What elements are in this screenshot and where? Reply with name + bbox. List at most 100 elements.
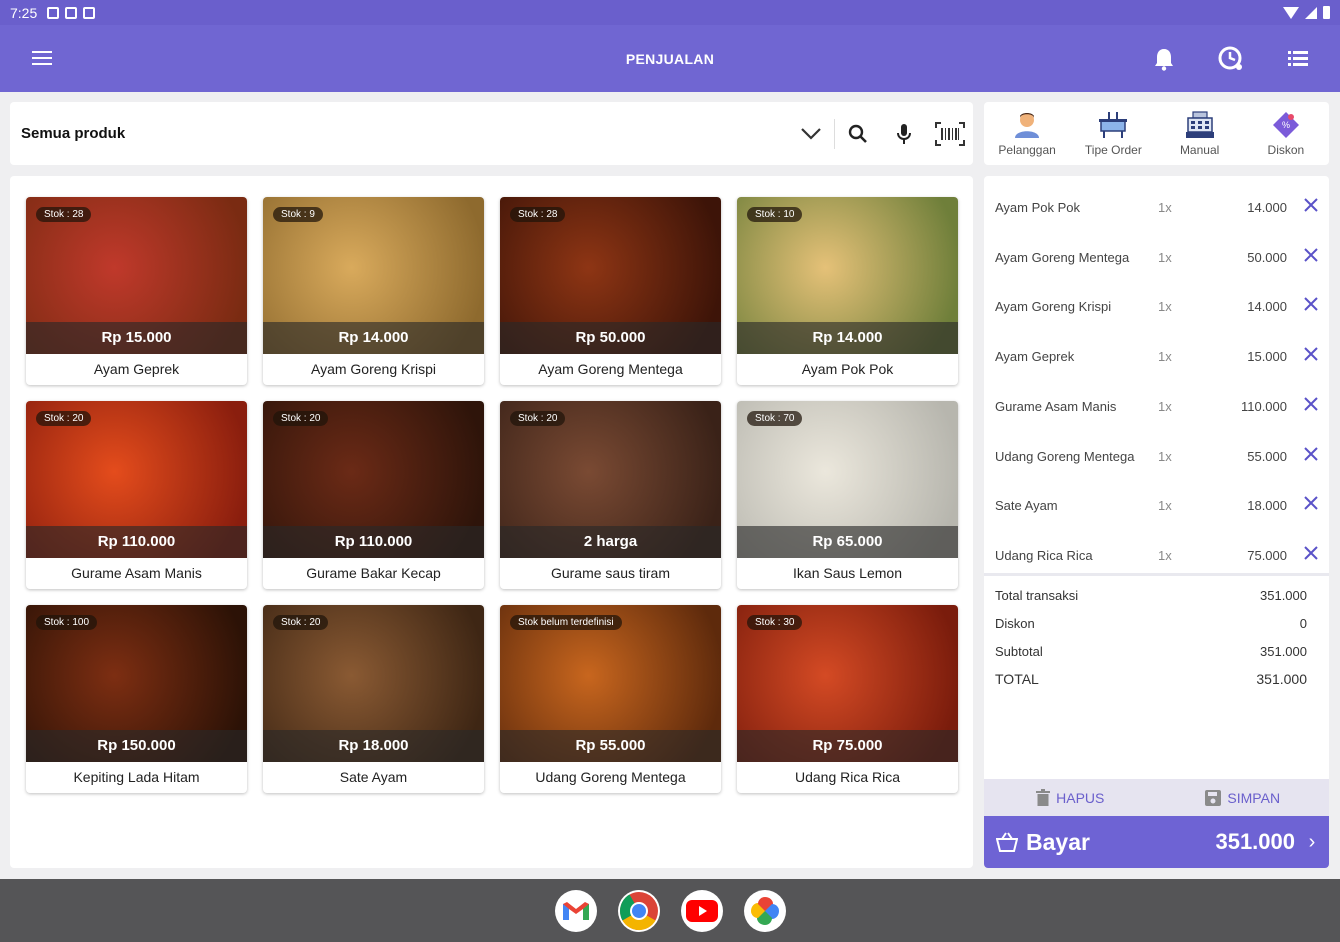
close-icon[interactable] xyxy=(1302,395,1320,413)
order-item-qty: 1x xyxy=(1158,547,1172,563)
chevron-down-icon[interactable] xyxy=(788,102,834,165)
chrome-icon[interactable] xyxy=(617,889,660,932)
order-item-qty: 1x xyxy=(1158,249,1172,265)
product-filter-bar: Semua produk xyxy=(10,102,973,165)
close-icon[interactable] xyxy=(1302,246,1320,264)
product-card[interactable]: Stok : 20 2 harga Gurame saus tiram xyxy=(500,401,721,589)
battery-icon xyxy=(1323,6,1330,19)
save-button[interactable]: SIMPAN xyxy=(1157,779,1330,816)
photos-icon[interactable] xyxy=(743,889,786,932)
svg-text:%: % xyxy=(1282,120,1290,130)
order-item-qty: 1x xyxy=(1158,200,1172,215)
product-card[interactable]: Stok : 70 Rp 65.000 Ikan Saus Lemon xyxy=(737,401,958,589)
trash-icon xyxy=(1036,789,1051,806)
product-card[interactable]: Stok : 28 Rp 15.000 Ayam Geprek xyxy=(26,197,247,385)
subtotal-row: Subtotal 351.000 xyxy=(995,644,1307,659)
product-grid: Stok : 28 Rp 15.000 Ayam Geprek Stok : 9 Rp … xyxy=(10,176,973,868)
history-icon[interactable] xyxy=(1217,45,1245,73)
stock-badge: Stok belum terdefinisi xyxy=(510,615,622,630)
youtube-icon[interactable] xyxy=(680,889,723,932)
close-icon[interactable] xyxy=(1302,196,1320,214)
close-icon[interactable] xyxy=(1302,345,1320,363)
order-item-name: Ayam Pok Pok xyxy=(995,200,1081,215)
product-price: Rp 14.000 xyxy=(737,322,958,354)
order-item-price: 75.000 xyxy=(1247,547,1287,563)
list-icon[interactable] xyxy=(1284,45,1312,73)
order-item-name: Gurame Asam Manis xyxy=(995,398,1117,414)
microphone-icon[interactable] xyxy=(881,102,927,165)
product-card[interactable]: Stok : 30 Rp 75.000 Udang Rica Rica xyxy=(737,605,958,793)
discount-button[interactable]: % Diskon xyxy=(1243,102,1329,165)
stock-badge: Stok : 70 xyxy=(747,411,803,426)
cash-register-icon xyxy=(1185,110,1214,138)
category-dropdown-label[interactable]: Semua produk xyxy=(21,125,125,142)
total-transaction-row: Total transaksi 351.000 xyxy=(995,588,1307,603)
order-item[interactable]: Gurame Asam Manis 1x 110.000 xyxy=(984,383,1329,433)
product-price: Rp 110.000 xyxy=(263,526,484,558)
product-price: Rp 110.000 xyxy=(26,526,247,558)
order-item-price: 14.000 xyxy=(1247,299,1287,315)
order-item-price: 55.000 xyxy=(1247,448,1287,464)
product-price: Rp 50.000 xyxy=(500,322,721,354)
order-item-price: 14.000 xyxy=(1247,200,1287,215)
order-item-name: Udang Goreng Mentega xyxy=(995,448,1135,464)
product-name: Kepiting Lada Hitam xyxy=(73,769,200,785)
order-item-price: 110.000 xyxy=(1240,398,1287,414)
close-icon[interactable] xyxy=(1302,295,1320,313)
product-price: 2 harga xyxy=(500,526,721,558)
gmail-icon[interactable] xyxy=(554,889,597,932)
order-item[interactable]: Sate Ayam 1x 18.000 xyxy=(984,482,1329,532)
bell-icon[interactable] xyxy=(1150,45,1178,73)
barcode-scanner-icon[interactable] xyxy=(927,102,973,165)
product-name: Ayam Pok Pok xyxy=(801,361,894,377)
product-card[interactable]: Stok belum terdefinisi Rp 55.000 Udang Gor… xyxy=(500,605,721,793)
order-item[interactable]: Ayam Pok Pok 1x 14.000 xyxy=(984,184,1329,234)
close-icon[interactable] xyxy=(1302,445,1320,463)
notification-icon xyxy=(47,6,60,19)
product-price: Rp 15.000 xyxy=(26,322,247,354)
order-item[interactable]: Udang Goreng Mentega 1x 55.000 xyxy=(984,433,1329,483)
order-item[interactable]: Ayam Goreng Mentega 1x 50.000 xyxy=(984,234,1329,284)
total-transaction-value: 351.000 xyxy=(1260,588,1307,603)
product-card[interactable]: Stok : 28 Rp 50.000 Ayam Goreng Mentega xyxy=(500,197,721,385)
order-item-qty: 1x xyxy=(1158,448,1172,464)
close-icon[interactable] xyxy=(1302,494,1320,512)
customer-button[interactable]: Pelanggan xyxy=(984,102,1070,165)
manual-button[interactable]: Manual xyxy=(1157,102,1243,165)
product-card[interactable]: Stok : 9 Rp 14.000 Ayam Goreng Krispi xyxy=(263,197,484,385)
product-name: Sate Ayam xyxy=(339,769,408,785)
pay-button[interactable]: Bayar 351.000 › xyxy=(984,816,1329,868)
product-card[interactable]: Stok : 20 Rp 18.000 Sate Ayam xyxy=(263,605,484,793)
order-item[interactable]: Ayam Goreng Krispi 1x 14.000 xyxy=(984,283,1329,333)
search-icon[interactable] xyxy=(835,102,881,165)
order-item-qty: 1x xyxy=(1158,498,1172,514)
close-icon[interactable] xyxy=(1302,544,1320,562)
notification-icon xyxy=(65,6,78,19)
order-buttons: HAPUS SIMPAN xyxy=(984,779,1329,816)
order-item[interactable]: Ayam Geprek 1x 15.000 xyxy=(984,333,1329,383)
menu-icon[interactable] xyxy=(32,51,52,69)
product-price: Rp 55.000 xyxy=(500,730,721,762)
product-card[interactable]: Stok : 10 Rp 14.000 Ayam Pok Pok xyxy=(737,197,958,385)
order-item[interactable]: Udang Rica Rica 1x 75.000 xyxy=(984,532,1329,582)
product-card[interactable]: Stok : 20 Rp 110.000 Gurame Bakar Kecap xyxy=(263,401,484,589)
stock-badge: Stok : 100 xyxy=(36,615,98,630)
order-type-icon xyxy=(1099,111,1128,138)
order-item-name: Ayam Goreng Krispi xyxy=(995,299,1112,315)
order-item-price: 50.000 xyxy=(1247,249,1287,265)
discount-tag-icon: % xyxy=(1272,111,1299,138)
delete-button[interactable]: HAPUS xyxy=(984,779,1157,816)
subtotal-value: 351.000 xyxy=(1260,644,1307,659)
discount-row: Diskon 0 xyxy=(995,616,1307,631)
order-summary: Total transaksi 351.000 Diskon 0 Subtota… xyxy=(984,176,1329,868)
order-item-qty: 1x xyxy=(1158,398,1172,414)
stock-badge: Stok : 20 xyxy=(36,411,92,426)
stock-badge: Stok : 20 xyxy=(273,411,329,426)
product-card[interactable]: Stok : 100 Rp 150.000 Kepiting Lada Hitam xyxy=(26,605,247,793)
stock-badge: Stok : 28 xyxy=(36,207,92,222)
stock-badge: Stok : 10 xyxy=(747,207,803,222)
wifi-icon xyxy=(1283,6,1299,19)
order-type-button[interactable]: Tipe Order xyxy=(1070,102,1156,165)
order-item-qty: 1x xyxy=(1158,349,1172,365)
product-card[interactable]: Stok : 20 Rp 110.000 Gurame Asam Manis xyxy=(26,401,247,589)
